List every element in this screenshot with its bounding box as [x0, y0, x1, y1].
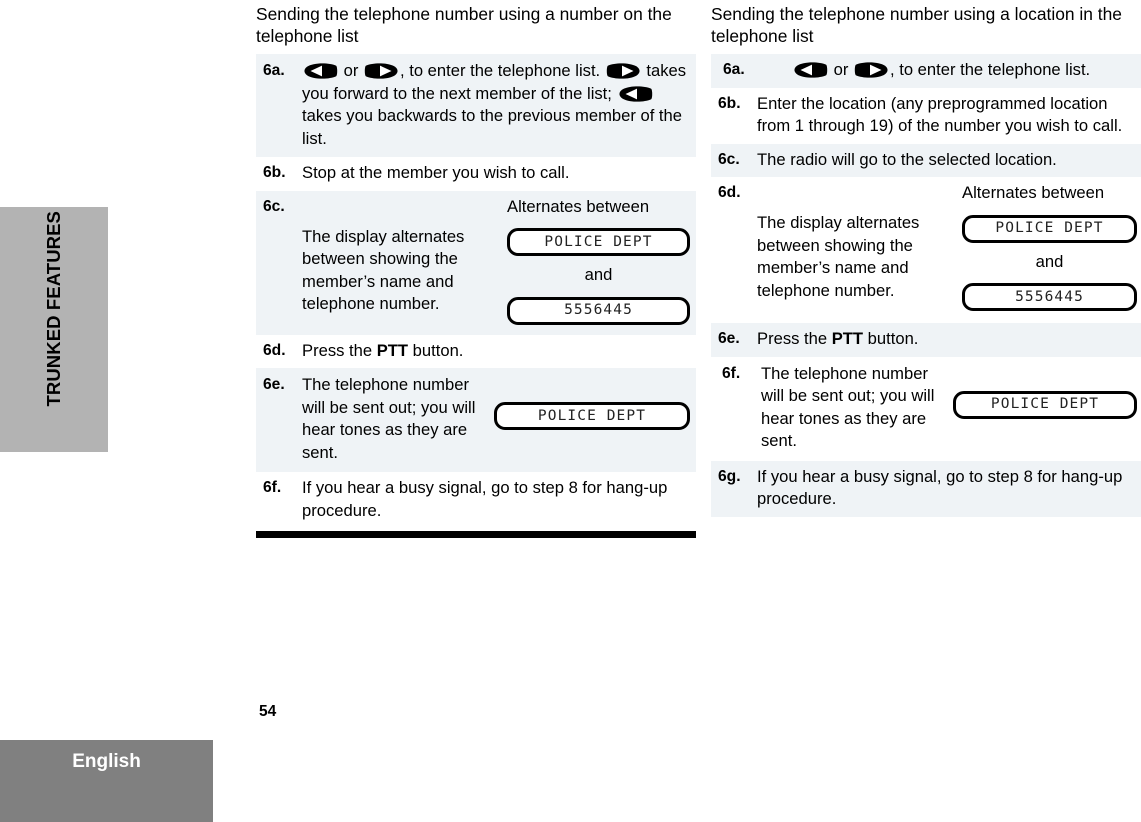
table-row: 6c. The display alternates between showi…	[256, 190, 696, 335]
display-stack: POLICE DEPT	[494, 374, 690, 430]
step-number: 6c.	[718, 150, 740, 168]
chapter-tab: TRUNKED FEATURES	[0, 207, 108, 452]
step-text: The display alternates between showing t…	[757, 213, 920, 300]
lcd-text: POLICE DEPT	[990, 396, 1100, 413]
ptt-label: PTT	[376, 340, 409, 360]
display-stack: POLICE DEPT	[953, 363, 1137, 419]
table-row: 6d. The display alternates between showi…	[711, 177, 1141, 323]
step-number: 6a.	[723, 61, 745, 78]
step-text: or , to enter the telephone list.	[792, 59, 1141, 82]
and-caption: and	[584, 265, 613, 284]
step-text-post: button.	[863, 329, 919, 348]
right-column-intro: Sending the telephone number using a loc…	[711, 4, 1122, 46]
lcd-text: 5556445	[564, 302, 633, 319]
nav-left-arrow-icon[interactable]	[303, 63, 338, 79]
step-text: The display alternates between showing t…	[302, 226, 465, 314]
step-content: The display alternates between showing t…	[302, 196, 696, 325]
step-text: Stop at the member you wish to call.	[302, 163, 570, 182]
nav-left-arrow-icon[interactable]	[618, 85, 653, 102]
step-text: The telephone number will be sent out; y…	[302, 375, 476, 462]
table-row: 6b. Enter the location (any preprogramme…	[711, 87, 1141, 144]
section-end-rule	[256, 531, 696, 538]
display-stack: Alternates between POLICE DEPT and 55564…	[507, 196, 690, 325]
step-number: 6c.	[263, 197, 285, 215]
and-caption: and	[1035, 251, 1064, 271]
language-label: English	[72, 751, 141, 772]
step-text: Press the PTT button.	[302, 340, 696, 363]
step-text: or , to enter the telephone list. takes …	[302, 60, 696, 150]
step-text-mid: or	[829, 60, 853, 79]
display-stack: Alternates between POLICE DEPT and 55564…	[962, 182, 1137, 311]
lcd-display: 5556445	[962, 283, 1137, 311]
lcd-text: POLICE DEPT	[537, 407, 647, 424]
step-text: The telephone number will be sent out; y…	[761, 363, 935, 451]
lcd-text: 5556445	[1015, 288, 1084, 305]
left-column-intro: Sending the telephone number using a num…	[256, 4, 672, 46]
page-number: 54	[259, 703, 277, 720]
table-row: 6e. Press the PTT button.	[711, 323, 1141, 357]
step-number: 6g.	[718, 467, 741, 485]
step-text: Press the PTT button.	[757, 328, 1141, 351]
language-block: English	[0, 740, 213, 822]
alternates-caption: Alternates between	[962, 183, 1105, 202]
step-text-post: button.	[408, 340, 464, 360]
step-text: If you hear a busy signal, go to step 8 …	[757, 466, 1123, 509]
lcd-text: POLICE DEPT	[995, 220, 1104, 237]
lcd-display: POLICE DEPT	[494, 402, 690, 430]
step-content: The display alternates between showing t…	[757, 182, 1141, 311]
step-text-mid: or	[339, 61, 363, 80]
left-column: Sending the telephone number using a num…	[256, 0, 696, 538]
lcd-display: POLICE DEPT	[962, 214, 1137, 243]
left-steps-table: 6a. or , to enter the telephone list. ta…	[256, 54, 696, 528]
step-text-pre: Press the	[757, 329, 832, 348]
table-row: 6e. The telephone number will be sent ou…	[256, 368, 696, 472]
nav-right-arrow-icon[interactable]	[606, 63, 641, 79]
lcd-display: 5556445	[507, 296, 690, 325]
table-row: 6c. The radio will go to the selected lo…	[711, 143, 1141, 177]
step-text-after: , to enter the telephone list.	[889, 60, 1091, 79]
step-number: 6a.	[263, 62, 285, 79]
step-number: 6e.	[263, 376, 285, 393]
step-number: 6d.	[263, 341, 286, 359]
nav-left-arrow-icon[interactable]	[793, 62, 828, 78]
table-row: 6f. If you hear a busy signal, go to ste…	[256, 472, 696, 528]
lcd-text: POLICE DEPT	[544, 233, 653, 250]
step-text: Enter the location (any preprogrammed lo…	[757, 93, 1123, 136]
step-number: 6f.	[263, 479, 282, 496]
ptt-label: PTT	[831, 329, 864, 348]
alternates-caption: Alternates between	[507, 196, 650, 216]
step-text: If you hear a busy signal, go to step 8 …	[302, 478, 668, 520]
step-text-pre: Press the	[302, 340, 377, 360]
step-text-after3: takes you backwards to the previous memb…	[302, 106, 683, 148]
step-number: 6b.	[718, 94, 741, 112]
table-row: 6a. or , to enter the telephone list.	[711, 54, 1141, 88]
step-number: 6d.	[718, 184, 741, 201]
step-content: The telephone number will be sent out; y…	[761, 363, 1141, 453]
step-text-after: , to enter the telephone list.	[399, 61, 605, 80]
step-number: 6b.	[263, 164, 286, 181]
nav-right-arrow-icon[interactable]	[364, 63, 399, 79]
lcd-display: POLICE DEPT	[507, 228, 690, 256]
table-row: 6a. or , to enter the telephone list. ta…	[256, 54, 696, 157]
table-row: 6f. The telephone number will be sent ou…	[711, 356, 1141, 461]
table-row: 6b. Stop at the member you wish to call.	[256, 157, 696, 191]
step-text: The radio will go to the selected locati…	[757, 149, 1057, 169]
lcd-display: POLICE DEPT	[953, 390, 1137, 419]
chapter-tab-label: TRUNKED FEATURES	[43, 211, 64, 407]
table-row: 6d. Press the PTT button.	[256, 334, 696, 368]
right-steps-table: 6a. or , to enter the telephone list. 6b…	[711, 54, 1141, 517]
table-row: 6g. If you hear a busy signal, go to ste…	[711, 460, 1141, 517]
nav-right-arrow-icon[interactable]	[854, 62, 889, 78]
step-number: 6e.	[718, 330, 740, 347]
step-content: The telephone number will be sent out; y…	[302, 374, 696, 464]
step-number: 6f.	[722, 364, 741, 382]
right-column: Sending the telephone number using a loc…	[711, 0, 1141, 517]
